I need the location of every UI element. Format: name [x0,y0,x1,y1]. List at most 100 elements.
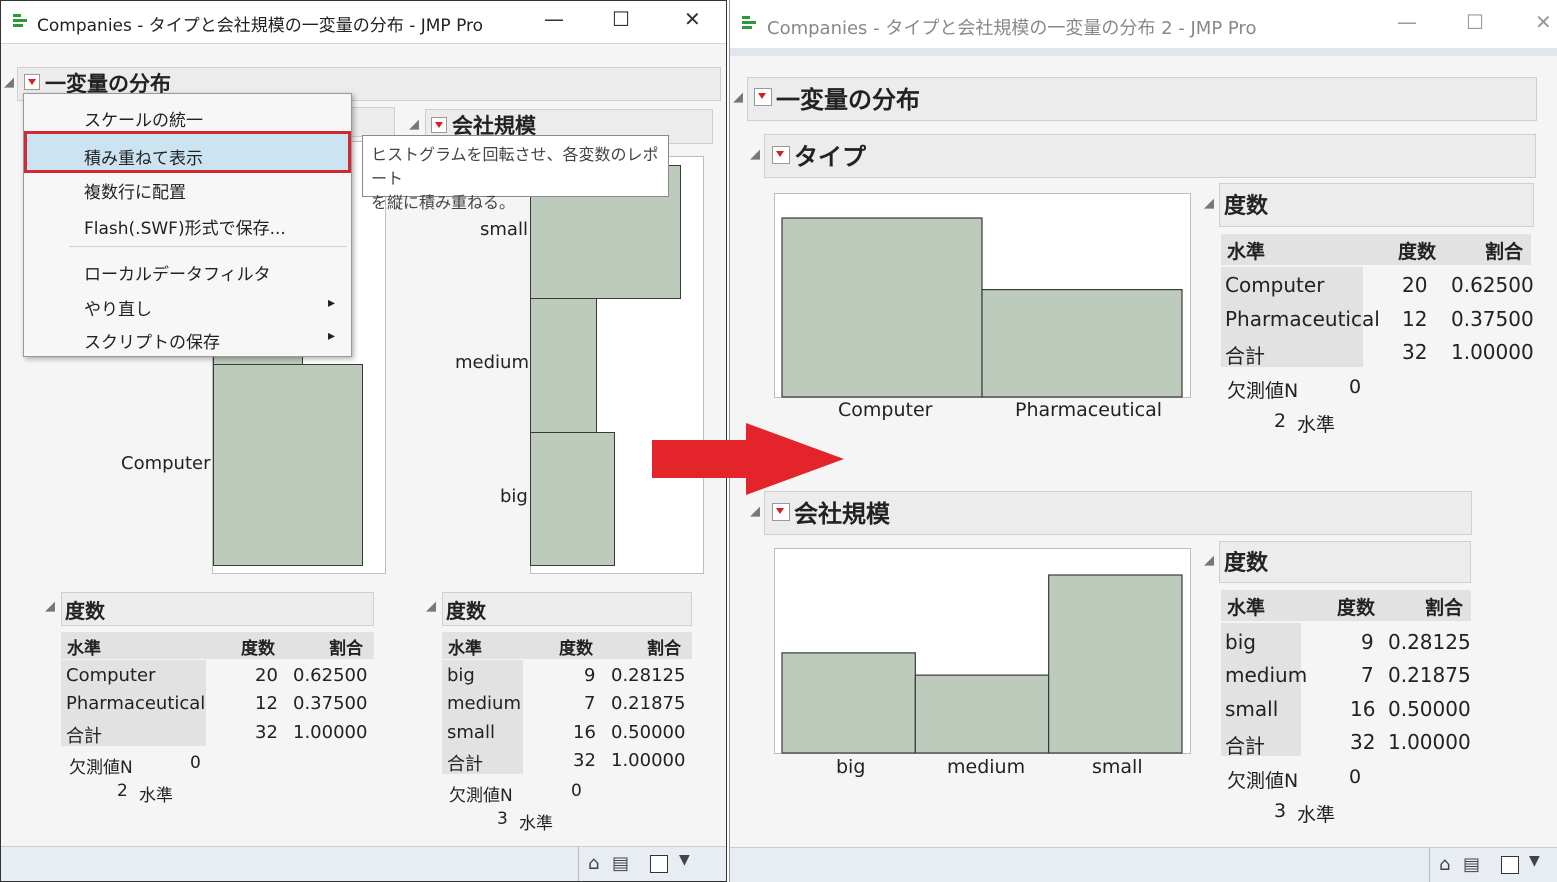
table-cell: big [1225,630,1256,654]
table-cell: 合計 [447,754,483,775]
submenu-arrow-icon: ▸ [328,328,336,344]
table-cell: small [1225,697,1279,721]
disclosure-triangle-icon[interactable]: ◢ [409,117,419,132]
type-freq-header [61,592,374,626]
col-header-count: 度数 [559,639,593,659]
table-cell: 16 [1350,697,1376,721]
histogram-bar-medium [914,674,1050,754]
table-cell: Computer [1225,273,1325,297]
bar-computer [213,364,363,566]
table-cell: 0.37500 [293,693,368,714]
table-cell: 20 [1402,273,1428,297]
red-triangle-menu-icon[interactable] [772,146,790,164]
jmp-app-icon [742,16,756,30]
table-cell: Pharmaceutical [66,693,206,714]
menu-item-stack[interactable]: 積み重ねて表示 [24,131,351,173]
table-cell: 0.21875 [611,693,686,714]
disclosure-triangle-icon[interactable]: ◢ [426,599,436,614]
status-bar: ⌂ ▤ ▼ [730,847,1557,882]
type-freq-title: 度数 [1224,194,1269,219]
table-cell: 1.00000 [293,722,368,743]
category-label-computer: Computer [121,453,211,474]
missing-value: 0 [1349,376,1362,398]
disclosure-triangle-icon[interactable]: ◢ [750,147,760,162]
minimize-button[interactable]: — [544,7,564,31]
close-button[interactable]: ✕ [684,7,701,31]
disclosure-triangle-icon[interactable]: ◢ [45,599,55,614]
right-report-window: Companies - タイプと会社規模の一変量の分布 2 - JMP Pro … [729,0,1557,882]
menu-item-save-script[interactable]: スクリプトの保存 ▸ [24,320,351,354]
size-histogram-chart [781,574,1183,754]
table-icon[interactable]: ▤ [612,853,629,874]
col-header-level: 水準 [1227,597,1266,619]
menu-item-save-flash[interactable]: Flash(.SWF)形式で保存... [24,206,351,240]
window-title: Companies - タイプと会社規模の一変量の分布 2 - JMP Pro [767,18,1257,39]
table-cell: 0.50000 [1388,697,1471,721]
disclosure-triangle-icon[interactable]: ◢ [1204,196,1214,211]
disclosure-triangle-icon[interactable]: ◢ [750,504,760,519]
menu-item-uniform-scale[interactable]: スケールの統一 [24,98,351,132]
table-cell: 合計 [66,726,102,747]
type-freq-table-header [61,632,374,659]
table-cell: medium [1225,663,1308,687]
window-select-icon[interactable] [650,855,668,873]
category-label-computer: Computer [838,399,933,421]
home-icon[interactable]: ⌂ [588,853,599,874]
menu-item-redo[interactable]: やり直し ▸ [24,287,351,321]
col-header-count: 度数 [241,639,275,659]
status-divider [578,847,579,881]
red-triangle-menu-icon[interactable] [431,117,447,133]
disclosure-triangle-icon[interactable]: ◢ [733,90,743,105]
right-title-bar[interactable]: Companies - タイプと会社規模の一変量の分布 2 - JMP Pro … [730,0,1557,49]
red-triangle-popup-menu: スケールの統一 積み重ねて表示 複数行に配置 Flash(.SWF)形式で保存.… [23,93,352,357]
dropdown-arrow-icon[interactable]: ▼ [679,852,690,868]
left-title-bar[interactable]: Companies - タイプと会社規模の一変量の分布 - JMP Pro — … [1,1,726,44]
histogram-bar-big [781,652,916,754]
dropdown-arrow-icon[interactable]: ▼ [1529,853,1540,869]
col-header-count: 度数 [1398,241,1437,263]
category-label-medium: medium [455,352,529,373]
table-cell: 32 [573,750,596,771]
table-cell: Pharmaceutical [1225,307,1380,331]
histogram-bar-small [1048,574,1183,754]
red-triangle-menu-icon[interactable] [772,503,790,521]
size-section-title: 会社規模 [794,500,890,528]
levels-label: 水準 [519,814,553,834]
table-cell: 9 [1361,630,1374,654]
table-cell: 1.00000 [611,750,686,771]
table-cell: 0.37500 [1451,307,1534,331]
home-icon[interactable]: ⌂ [1439,854,1450,875]
disclosure-triangle-icon[interactable]: ◢ [4,75,14,90]
col-header-prop: 割合 [1485,241,1524,263]
window-select-icon[interactable] [1501,856,1519,874]
bar-big [530,432,615,566]
maximize-button[interactable]: ☐ [1466,10,1484,34]
menu-item-local-data-filter[interactable]: ローカルデータフィルタ [24,252,351,286]
type-histogram-chart [781,217,1183,398]
table-cell: 7 [1361,663,1374,687]
table-cell: 20 [255,665,278,686]
table-cell: 16 [573,722,596,743]
red-triangle-menu-icon[interactable] [24,74,40,90]
type-section-title: タイプ [794,143,866,171]
table-cell: medium [447,693,521,714]
disclosure-triangle-icon[interactable]: ◢ [1204,553,1214,568]
missing-value: 0 [571,781,582,801]
col-header-level: 水準 [448,639,482,659]
type-freq-title: 度数 [65,599,105,623]
red-right-arrow [652,423,844,495]
minimize-button[interactable]: — [1397,10,1417,34]
table-icon[interactable]: ▤ [1463,854,1480,875]
maximize-button[interactable]: ☐ [612,7,630,31]
close-button[interactable]: ✕ [1535,10,1552,34]
table-cell: 0.62500 [1451,273,1534,297]
histogram-bar-pharmaceutical [981,288,1183,398]
menu-item-arrange-rows[interactable]: 複数行に配置 [24,170,351,204]
window-title: Companies - タイプと会社規模の一変量の分布 - JMP Pro [37,16,484,36]
jmp-app-icon [13,14,27,28]
col-header-count: 度数 [1337,597,1376,619]
missing-value: 0 [190,753,201,773]
red-triangle-menu-icon[interactable] [754,88,772,106]
category-label-small: small [480,219,528,240]
tooltip-line-2: を縦に積み重ねる。 [371,193,516,212]
